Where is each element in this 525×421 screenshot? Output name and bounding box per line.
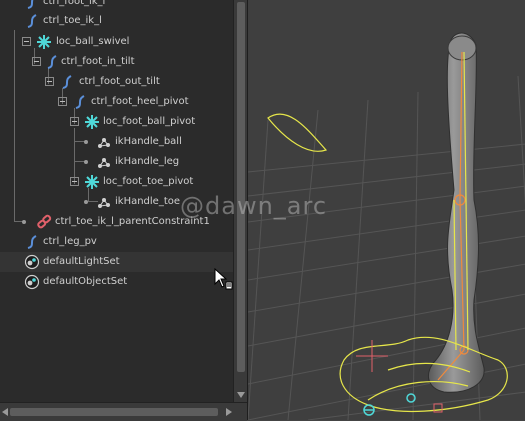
outliner-item-label: ikHandle_leg: [115, 156, 180, 167]
outliner-item[interactable]: ikHandle_leg: [0, 152, 233, 172]
curve-icon: [59, 74, 75, 90]
outliner-item-label: ikHandle_ball: [115, 136, 182, 147]
collapse-toggle[interactable]: [45, 77, 54, 86]
tree-node-dot: [22, 220, 26, 224]
outliner-item-label: loc_foot_ball_pivot: [103, 116, 196, 127]
outliner-item[interactable]: ikHandle_ball: [0, 132, 233, 152]
tree-node-dot: [84, 140, 88, 144]
outliner-item-label: ikHandle_toe: [115, 196, 181, 207]
scrollbar-thumb[interactable]: [237, 2, 245, 372]
collapse-toggle[interactable]: [70, 177, 79, 186]
outliner-item-label: ctrl_foot_heel_pivot: [91, 96, 189, 107]
outliner-item-label: defaultLightSet: [43, 256, 120, 267]
collapse-toggle[interactable]: [58, 97, 67, 106]
tree-node-dot: [84, 200, 88, 204]
constraint-icon: [36, 214, 52, 230]
ik-handle-icon: [96, 134, 112, 150]
outliner-item[interactable]: ctrl_foot_in_tilt: [0, 52, 233, 72]
collapse-toggle[interactable]: [70, 117, 79, 126]
outliner-item[interactable]: ctrl_leg_pv: [0, 232, 233, 252]
outliner-item[interactable]: loc_ball_swivel: [0, 32, 233, 52]
outliner-item[interactable]: ctrl_foot_out_tilt: [0, 72, 233, 92]
scroll-right-arrow[interactable]: [226, 408, 232, 416]
locator-icon: [84, 114, 100, 130]
curve-icon: [24, 0, 40, 10]
ik-handle-icon: [96, 194, 112, 210]
scroll-left-arrow[interactable]: [2, 408, 8, 416]
tree-node-dot: [84, 160, 88, 164]
outliner-item[interactable]: defaultLightSet: [0, 252, 233, 272]
mouse-cursor-icon: [214, 267, 234, 296]
locator-icon: [84, 174, 100, 190]
outliner-item-label: ctrl_leg_pv: [43, 236, 97, 247]
outliner-item[interactable]: ctrl_toe_ik_l: [0, 11, 233, 31]
locator-icon: [36, 34, 52, 50]
outliner-item-label: loc_ball_swivel: [56, 36, 130, 47]
outliner-item-label: ctrl_foot_ik_l: [43, 0, 106, 7]
collapse-toggle[interactable]: [22, 37, 31, 46]
outliner-item-label: defaultObjectSet: [43, 276, 128, 287]
outliner-item-label: ctrl_foot_in_tilt: [61, 56, 135, 67]
outliner-item-label: ctrl_foot_out_tilt: [79, 76, 160, 87]
horizontal-scrollbar[interactable]: [0, 402, 247, 421]
outliner-item[interactable]: ctrl_foot_heel_pivot: [0, 92, 233, 112]
set-icon: [24, 274, 40, 290]
scroll-down-arrow[interactable]: [237, 392, 245, 398]
curve-icon: [72, 94, 88, 110]
curve-icon: [44, 54, 60, 70]
outliner-item-label: loc_foot_toe_pivot: [103, 176, 194, 187]
ik-handle-icon: [96, 154, 112, 170]
outliner-item[interactable]: loc_foot_ball_pivot: [0, 112, 233, 132]
outliner-item-label: ctrl_toe_ik_l: [43, 15, 102, 26]
outliner-item[interactable]: loc_foot_toe_pivot: [0, 172, 233, 192]
outliner-item[interactable]: defaultObjectSet: [0, 272, 233, 292]
scrollbar-thumb[interactable]: [10, 408, 218, 416]
curve-icon: [24, 234, 40, 250]
curve-icon: [24, 13, 40, 29]
watermark: @dawn_arc: [180, 192, 328, 220]
set-icon: [24, 254, 40, 270]
collapse-toggle[interactable]: [32, 57, 41, 66]
